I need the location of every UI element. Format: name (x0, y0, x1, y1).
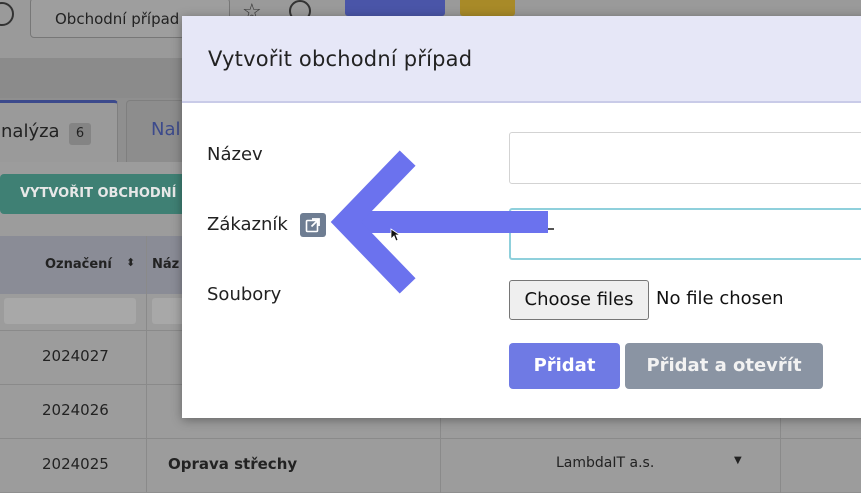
annotation-arrow-icon (330, 150, 548, 294)
mouse-cursor-icon (390, 228, 402, 242)
